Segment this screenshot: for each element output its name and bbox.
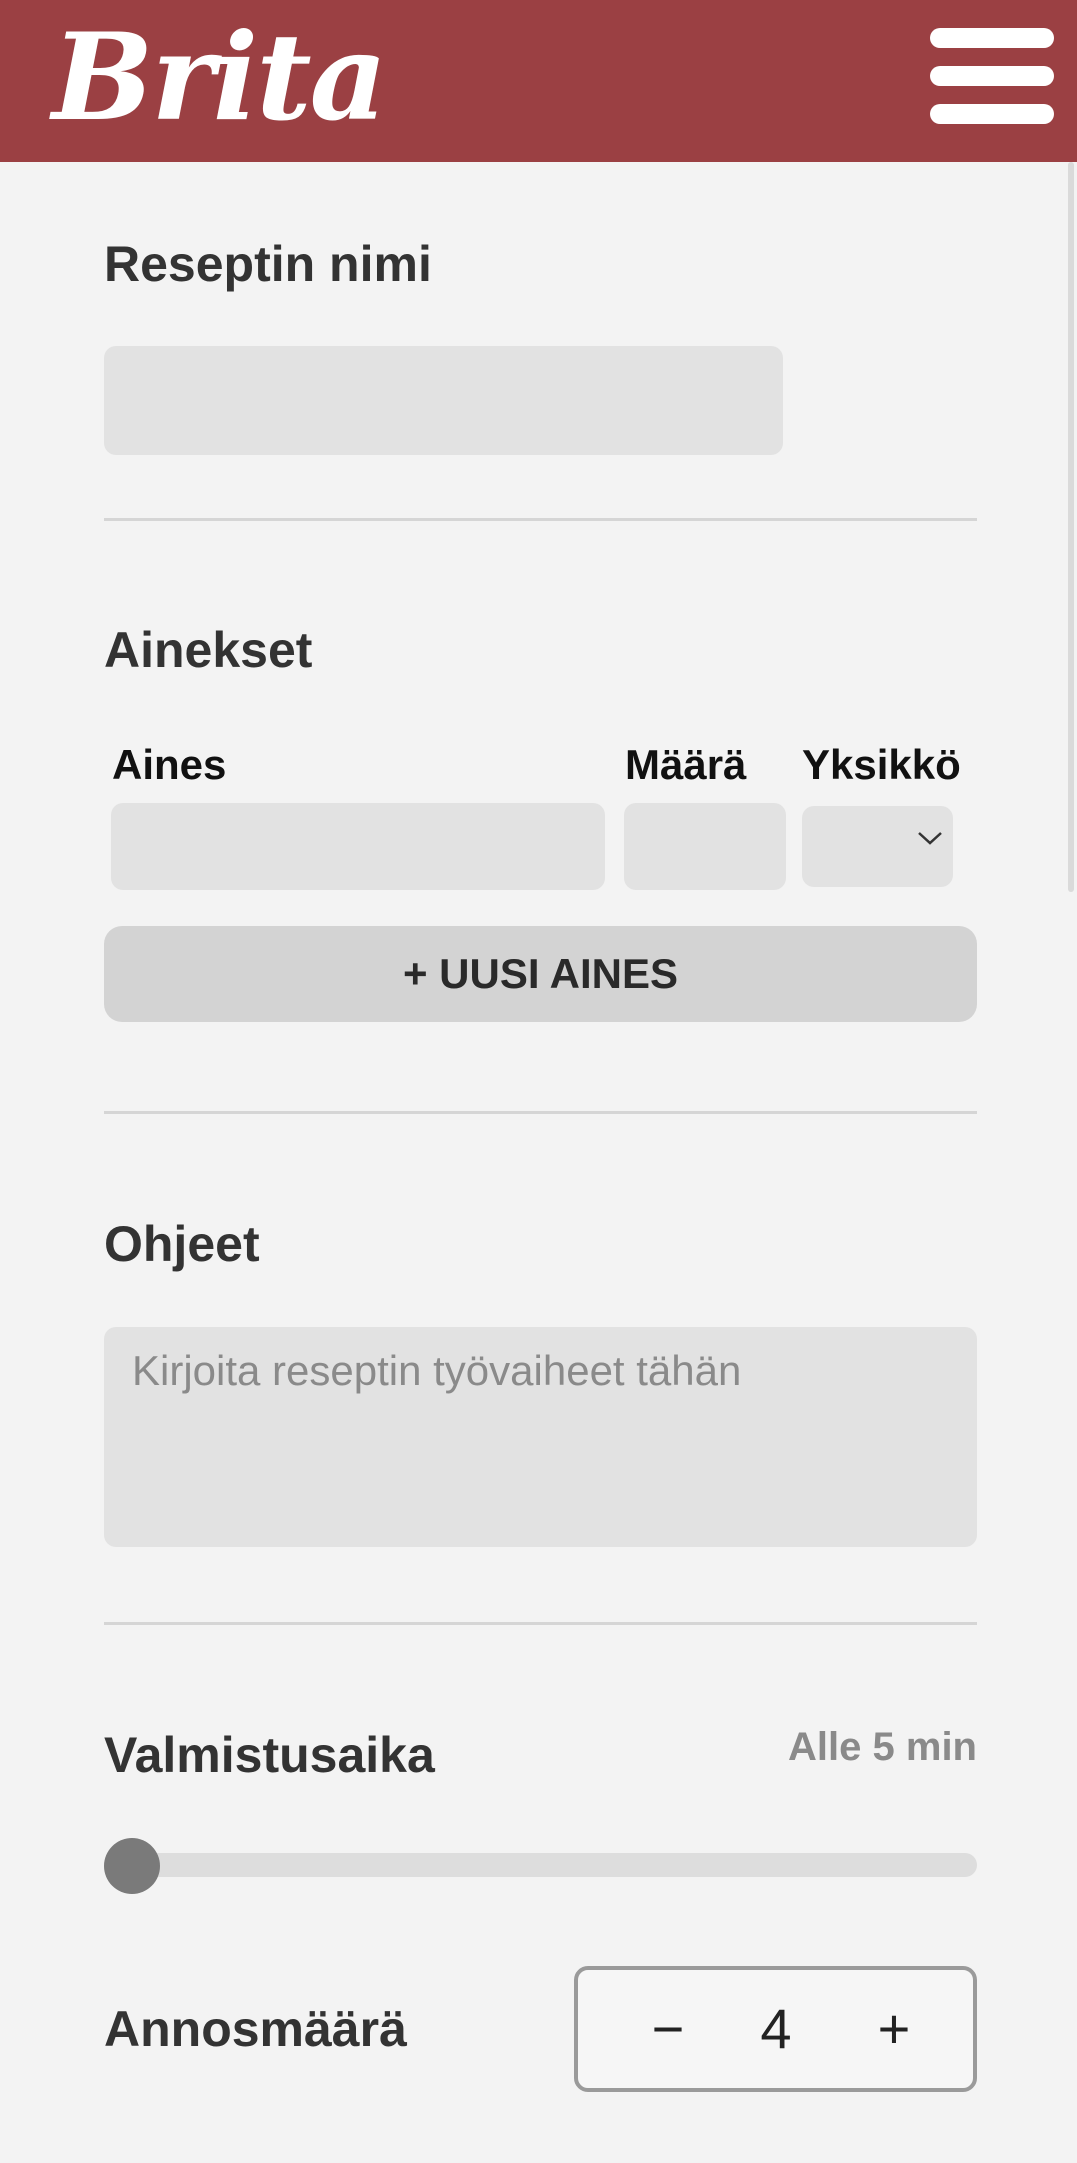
unit-select[interactable] [802, 806, 953, 887]
section-divider [104, 1622, 977, 1625]
decrement-button[interactable]: − [618, 1970, 718, 2088]
page-scrollbar[interactable] [1068, 162, 1074, 892]
hamburger-menu-icon[interactable] [928, 24, 1056, 128]
instructions-placeholder: Kirjoita reseptin työvaiheet tähän [132, 1347, 742, 1394]
ingredient-column-label: Aines [112, 741, 227, 788]
increment-button[interactable]: + [844, 1970, 944, 2088]
prep-time-slider-track[interactable] [104, 1853, 977, 1877]
recipe-name-input[interactable] [104, 346, 783, 455]
section-divider [104, 518, 977, 521]
brita-logo[interactable]: Brita [52, 8, 387, 148]
instructions-title: Ohjeet [104, 1216, 260, 1272]
menu-line [930, 28, 1054, 48]
prep-time-slider-thumb[interactable] [104, 1838, 160, 1894]
add-ingredient-button[interactable]: + UUSI AINES [104, 926, 977, 1022]
prep-time-value: Alle 5 min [788, 1725, 977, 1769]
servings-title: Annosmäärä [104, 2001, 407, 2057]
ingredient-input[interactable] [111, 803, 605, 890]
section-divider [104, 1111, 977, 1114]
chevron-down-icon [918, 832, 942, 845]
amount-column-label: Määrä [625, 741, 747, 788]
servings-value: 4 [760, 1997, 792, 2060]
app-header: Brita [0, 0, 1077, 162]
recipe-name-title: Reseptin nimi [104, 236, 432, 292]
menu-line [930, 66, 1054, 86]
unit-column-label: Yksikkö [802, 741, 961, 788]
instructions-textarea[interactable]: Kirjoita reseptin työvaiheet tähän [104, 1327, 977, 1547]
menu-line [930, 104, 1054, 124]
ingredients-title: Ainekset [104, 622, 313, 678]
servings-stepper: − 4 + [574, 1966, 977, 2092]
prep-time-title: Valmistusaika [104, 1727, 435, 1783]
amount-input[interactable] [624, 803, 786, 890]
